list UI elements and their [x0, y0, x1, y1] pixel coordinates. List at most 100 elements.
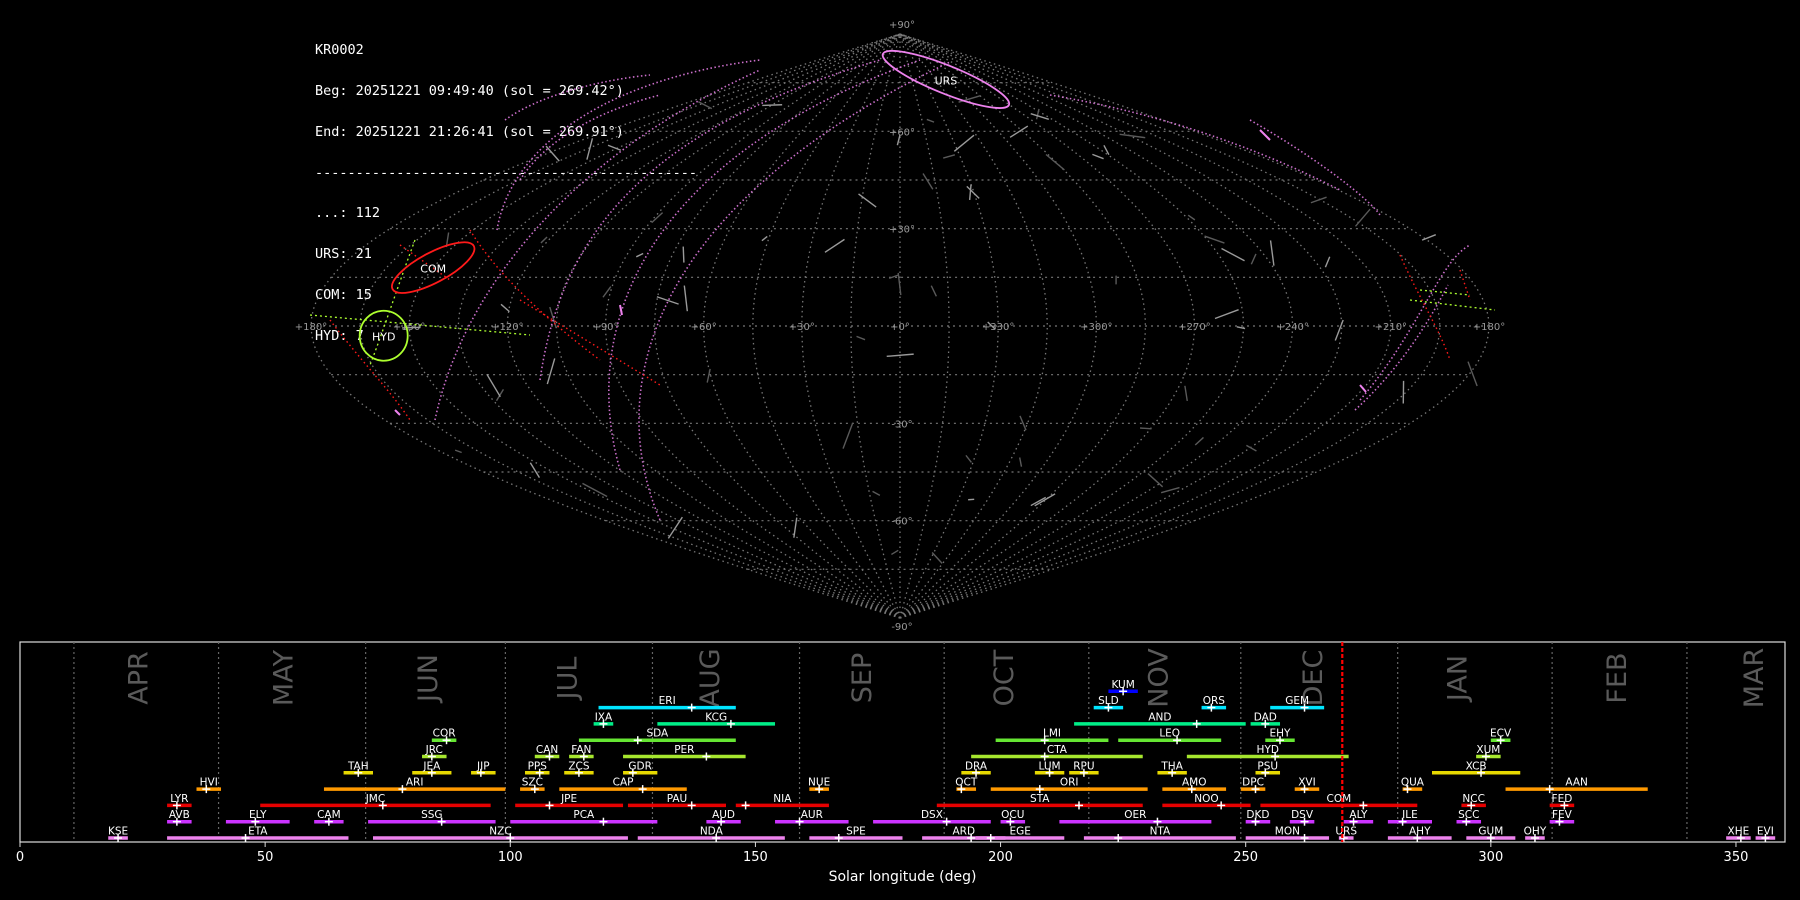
- month-label: JUL: [553, 657, 584, 702]
- com-meteor-trail: [1459, 269, 1471, 301]
- sporadic-meteor: [706, 368, 711, 383]
- hyd-trails: [309, 239, 1496, 366]
- sporadic-meteor: [965, 454, 972, 463]
- shower-qua: QUA: [1401, 777, 1425, 794]
- x-tick-label: 0: [16, 850, 24, 865]
- shower-label: NUE: [808, 777, 830, 789]
- sporadic-meteor: [682, 246, 685, 263]
- month-label: FEB: [1602, 652, 1633, 703]
- month-label: SEP: [847, 653, 878, 703]
- shower-label: AVB: [169, 809, 190, 821]
- sporadic-meteor: [1160, 486, 1180, 494]
- shower-label: ETA: [248, 826, 268, 838]
- sporadic-meteor: [1194, 436, 1204, 446]
- month-label: JUN: [413, 654, 444, 704]
- shower-label: NZC: [489, 826, 511, 838]
- shower-label: OCU: [1001, 809, 1024, 821]
- shower-label: JEA: [422, 760, 441, 772]
- com-meteor-trail: [519, 299, 661, 386]
- shower-hvi: HVI: [196, 777, 222, 794]
- sporadic-meteor: [635, 252, 644, 258]
- hyd-meteor-trail: [1419, 289, 1471, 296]
- sporadic-meteor: [968, 184, 972, 201]
- urs-meteor-trail: [434, 69, 761, 421]
- shower-label: AUD: [712, 809, 735, 821]
- sporadic-meteor: [1214, 309, 1239, 320]
- sporadic-meteor: [1246, 444, 1257, 452]
- shower-label: JIP: [476, 760, 490, 772]
- sporadic-meteor: [546, 358, 556, 385]
- shower-label: SLD: [1098, 695, 1119, 707]
- shower-label: NIA: [773, 793, 792, 805]
- sky-map: +180° +150° +120° +90° +60° +30° +0° +330° +300°…: [295, 20, 1505, 630]
- shower-fed: FED: [1549, 793, 1575, 810]
- urs-meteor-segment: [619, 304, 623, 316]
- shower-label: ECV: [1490, 728, 1512, 740]
- shower-label: LYR: [170, 793, 188, 805]
- shower-sld: SLD: [1093, 695, 1124, 712]
- sporadic-meteor: [1250, 253, 1257, 265]
- sporadic-meteor: [1035, 108, 1040, 120]
- shower-evi: EVI: [1755, 826, 1776, 842]
- shower-ehy: EHY: [1265, 728, 1295, 745]
- shower-label: AAN: [1565, 777, 1588, 789]
- shower-fev: FEV: [1549, 809, 1575, 826]
- lat-label: +90°: [889, 20, 915, 31]
- shower-label: NDA: [700, 826, 724, 838]
- sporadic-meteor: [943, 154, 956, 159]
- urs-meteor-trail: [496, 59, 761, 231]
- shower-label: IXA: [595, 711, 613, 723]
- sporadic-meteor: [762, 104, 783, 107]
- meridian-line: [604, 33, 901, 619]
- shower-label: OHY: [1524, 826, 1547, 838]
- urs-meteor-segment: [394, 409, 401, 416]
- shower-label: CAM: [317, 809, 341, 821]
- lat-label: -30°: [891, 419, 912, 430]
- shower-xhe: XHE: [1726, 826, 1751, 842]
- sporadic-meteor: [1119, 133, 1146, 139]
- lat-label: +60°: [889, 127, 915, 138]
- sporadic-meteor: [842, 422, 854, 449]
- shower-cam: CAM: [314, 809, 344, 826]
- shower-xvi: XVI: [1294, 777, 1320, 794]
- lat-label: -60°: [891, 517, 912, 528]
- shower-label: PER: [674, 744, 694, 756]
- shower-label: ELY: [249, 809, 267, 821]
- lon-label: +270°: [1178, 322, 1210, 333]
- shower-label: CAN: [536, 744, 558, 756]
- shower-dsv: DSV: [1289, 809, 1315, 826]
- shower-label: XCB: [1466, 760, 1487, 772]
- shower-label: PSU: [1257, 760, 1278, 772]
- shower-label: PCA: [573, 809, 595, 821]
- shower-label: SSG: [421, 809, 442, 821]
- shower-label: ORI: [1060, 777, 1079, 789]
- shower-label: URS: [1335, 826, 1357, 838]
- sporadic-meteor: [1030, 113, 1050, 120]
- urs-meteor-trail: [504, 74, 651, 121]
- sporadic-meteor: [602, 286, 612, 298]
- shower-pps: PPS: [524, 760, 550, 777]
- shower-label: XVI: [1298, 777, 1315, 789]
- month-label: NOV: [1143, 648, 1174, 708]
- shower-label: KCG: [705, 711, 727, 723]
- lon-label: +180°: [1473, 322, 1505, 333]
- sporadic-meteor: [1092, 153, 1104, 160]
- shower-kse: KSE: [108, 826, 128, 842]
- shower-label: FAN: [571, 744, 591, 756]
- shower-kum: KUM: [1108, 679, 1138, 696]
- x-tick-label: 50: [257, 850, 274, 865]
- shower-label: AMO: [1182, 777, 1207, 789]
- shower-label: DSV: [1291, 809, 1314, 821]
- sporadic-meteor: [607, 144, 622, 151]
- sporadic-meteor: [549, 306, 557, 329]
- shower-label: EHY: [1270, 728, 1292, 740]
- shower-label: CAP: [613, 777, 634, 789]
- shower-label: DKD: [1246, 809, 1269, 821]
- urs-meteor-segment: [1359, 384, 1367, 393]
- shower-label: ZCS: [568, 760, 590, 772]
- radiant-label-hyd: HYD: [372, 331, 395, 344]
- month-label: AUG: [695, 648, 726, 707]
- shower-label: NCC: [1462, 793, 1485, 805]
- month-label: APR: [124, 651, 155, 705]
- shower-label: LUM: [1039, 760, 1061, 772]
